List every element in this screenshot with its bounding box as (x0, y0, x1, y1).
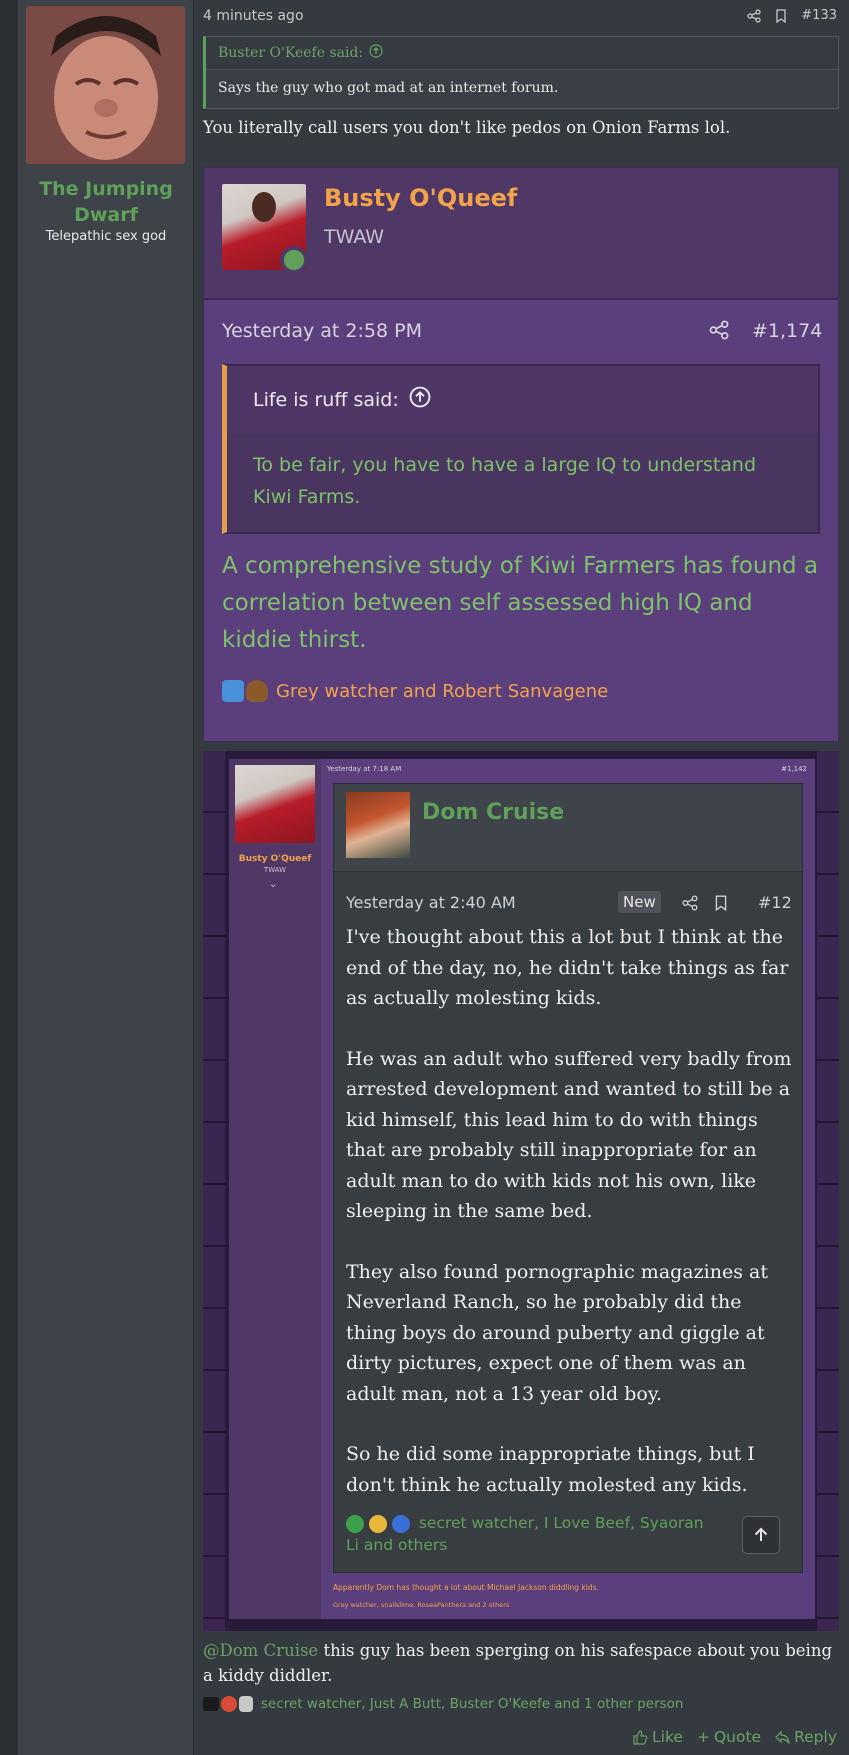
user-column (18, 0, 194, 1755)
embed2-reactions: Grey watcher, snailslime, RoseaPanthera … (333, 1601, 510, 1609)
embed-reactions-text: Grey watcher and Robert Sanvagene (276, 680, 609, 702)
reaction-info-icon (391, 1514, 410, 1533)
quote-label: Quote (713, 1728, 762, 1746)
scroll-top-icon (742, 1516, 780, 1554)
like-label: Like (652, 1728, 683, 1746)
embed-user-title: TWAW (324, 226, 385, 248)
user-avatar[interactable] (26, 6, 185, 164)
inner-post-header: Dom Cruise (334, 784, 802, 872)
post-text-line: You literally call users you don't like … (203, 118, 731, 137)
reaction-book-icon (222, 680, 244, 702)
like-button[interactable]: Like (633, 1728, 683, 1746)
inner-paragraph: They also found pornographic magazines a… (346, 1260, 768, 1405)
reaction-paper-icon (239, 1696, 253, 1712)
inner-post-number: #12 (758, 893, 792, 912)
reactions-text[interactable]: secret watcher, Just A Butt, Buster O'Ke… (261, 1696, 683, 1712)
quote-author[interactable]: Buster O'Keefe said: (218, 45, 363, 61)
reply-button[interactable]: Reply (775, 1728, 837, 1746)
embed-reactions: Grey watcher and Robert Sanvagene (222, 680, 608, 702)
share-icon (682, 895, 698, 915)
chevron-down-icon: ⌄ (269, 879, 278, 890)
embed2-time: Yesterday at 7:18 AM (327, 765, 402, 773)
embed2-author: Busty O'Queef (238, 854, 312, 864)
quote-block: Buster O'Keefe said: Says the guy who go… (203, 36, 839, 109)
left-rail (203, 751, 225, 1631)
embed2-user-title: TWAW (263, 866, 287, 874)
embed2-post-number: #1,142 (781, 765, 807, 773)
quote-header[interactable]: Buster O'Keefe said: (206, 37, 838, 70)
post-meta-actions: #133 (747, 8, 837, 23)
reaction-bar[interactable]: secret watcher, Just A Butt, Buster O'Ke… (203, 1696, 683, 1712)
embed-quote-author: Life is ruff said: (253, 388, 399, 411)
embedded-screenshot-1: Busty O'Queef TWAW Yesterday at 2:58 PM … (203, 167, 839, 742)
reply-icon (775, 1730, 790, 1744)
arrow-up-circle-icon[interactable] (369, 44, 383, 62)
embed2-caption: Apparently Dom has thought a lot about M… (333, 1583, 599, 1592)
inner-reactions: secret watcher, I Love Beef, Syaoran Li … (346, 1512, 706, 1556)
avatar-face-icon (26, 6, 185, 164)
reaction-thinking-icon (368, 1514, 387, 1533)
embedded-screenshot-2: Busty O'Queef TWAW ⌄ Yesterday at 7:18 A… (203, 751, 839, 1631)
share-icon (709, 320, 729, 344)
bookmark-icon[interactable] (775, 8, 787, 23)
reaction-clock-icon (221, 1696, 237, 1712)
inner-body: I've thought about this a lot but I thin… (346, 922, 796, 1530)
user-mention[interactable]: @Dom Cruise (203, 1641, 318, 1660)
username[interactable]: The Jumping Dwarf (26, 176, 186, 228)
user-status-icon (280, 246, 308, 274)
embed-body: A comprehensive study of Kiwi Farmers ha… (222, 553, 819, 653)
left-gutter (0, 0, 18, 1755)
inner-paragraph: He was an adult who suffered very badly … (346, 1047, 792, 1223)
plus-icon: + (696, 1728, 710, 1746)
embed-post-number: #1,174 (752, 320, 823, 342)
thumbs-up-icon (633, 1729, 648, 1745)
embed-quote-block: Life is ruff said: To be fair, you have … (222, 364, 820, 534)
reaction-check-icon (346, 1514, 364, 1533)
embed-time: Yesterday at 2:58 PM (222, 320, 422, 342)
embed2-avatar (235, 765, 315, 843)
inner-time: Yesterday at 2:40 AM (346, 893, 516, 912)
reply-label: Reply (794, 1728, 837, 1746)
share-icon[interactable] (747, 8, 761, 23)
post-time[interactable]: 4 minutes ago (203, 8, 304, 24)
quote-text: Says the guy who got mad at an internet … (218, 80, 559, 96)
embed2-user-column: Busty O'Queef TWAW ⌄ (229, 759, 321, 1619)
quote-button[interactable]: + Quote (697, 1728, 761, 1746)
post-text-final: @Dom Cruise this guy has been sperging o… (203, 1638, 833, 1688)
new-badge: New (618, 891, 661, 913)
inner-paragraph: So he did some inappropriate things, but… (346, 1443, 755, 1496)
reaction-tophat-icon (203, 1697, 219, 1711)
right-rail (817, 751, 839, 1631)
user-title: Telepathic sex god (45, 229, 167, 244)
reaction-poop-icon (246, 680, 268, 702)
embed-quote-header: Life is ruff said: (227, 366, 818, 433)
post-number[interactable]: #133 (801, 8, 837, 23)
embed-header: Busty O'Queef TWAW (204, 168, 838, 300)
embed-author: Busty O'Queef (324, 184, 518, 212)
inner-avatar (346, 792, 410, 858)
embed-quote-text: To be fair, you have to have a large IQ … (253, 454, 757, 508)
arrow-up-circle-icon (409, 386, 431, 413)
inner-paragraph: I've thought about this a lot but I thin… (346, 926, 789, 1009)
inner-post: Dom Cruise Yesterday at 2:40 AM New #12 … (333, 783, 803, 1573)
bookmark-icon (714, 895, 728, 915)
embed2-panel: Busty O'Queef TWAW ⌄ Yesterday at 7:18 A… (229, 759, 815, 1619)
post-actions: Like + Quote Reply (633, 1728, 837, 1746)
inner-author: Dom Cruise (422, 800, 565, 825)
